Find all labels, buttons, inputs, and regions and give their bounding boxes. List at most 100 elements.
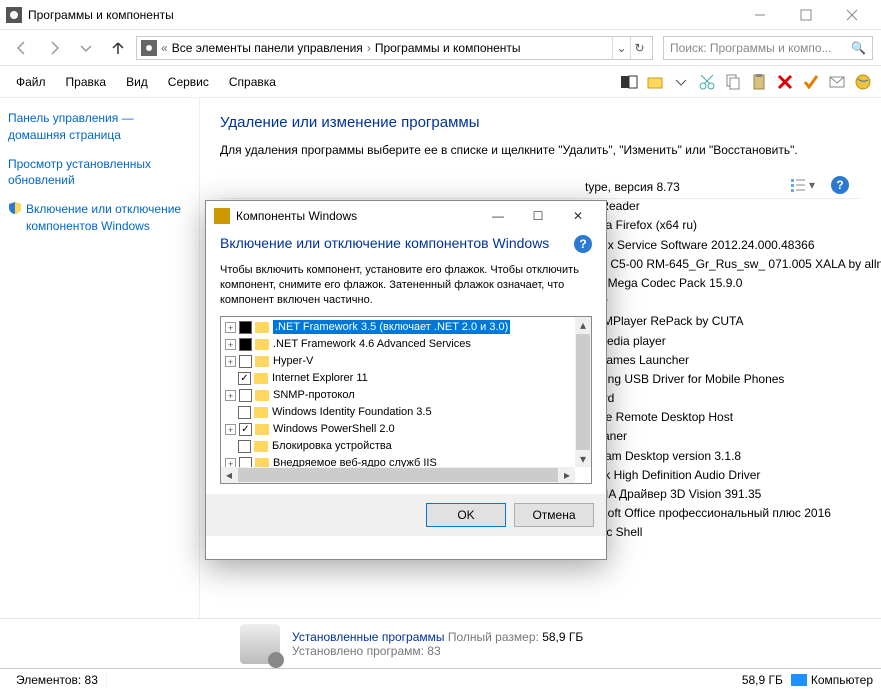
program-item[interactable]: crosoft Office профессиональный плюс 201… bbox=[581, 504, 881, 523]
recent-dropdown[interactable] bbox=[72, 34, 100, 62]
program-item[interactable]: msung USB Driver for Mobile Phones bbox=[581, 370, 881, 389]
feature-checkbox[interactable] bbox=[238, 440, 251, 453]
program-item[interactable]: scord bbox=[581, 389, 881, 408]
dialog-maximize-button[interactable]: ☐ bbox=[518, 201, 558, 231]
program-item[interactable]: xit Reader bbox=[581, 197, 881, 216]
tool-folder-icon[interactable] bbox=[645, 72, 665, 92]
folder-icon bbox=[255, 390, 269, 401]
program-item[interactable]: legram Desktop version 3.1.8 bbox=[581, 447, 881, 466]
feature-checkbox[interactable] bbox=[238, 372, 251, 385]
app-icon bbox=[6, 7, 22, 23]
ok-button[interactable]: OK bbox=[426, 503, 506, 527]
menu-view[interactable]: Вид bbox=[118, 71, 156, 93]
feature-item[interactable]: Windows Identity Foundation 3.5 bbox=[221, 404, 575, 421]
program-item[interactable]: Lite Mega Codec Pack 15.9.0 bbox=[581, 274, 881, 293]
tool-chevron-down-icon[interactable] bbox=[671, 72, 691, 92]
dialog-minimize-button[interactable]: — bbox=[478, 201, 518, 231]
menu-help[interactable]: Справка bbox=[221, 71, 284, 93]
maximize-button[interactable] bbox=[783, 0, 829, 30]
chevron-right-icon: › bbox=[367, 41, 371, 55]
hscroll-thumb[interactable] bbox=[238, 468, 558, 482]
scroll-right-icon[interactable]: ▸ bbox=[559, 467, 575, 483]
feature-item[interactable]: Блокировка устройства bbox=[221, 438, 575, 455]
tool-toggle-icon[interactable] bbox=[619, 72, 639, 92]
program-item[interactable]: e KMPlayer RePack by CUTA bbox=[581, 312, 881, 331]
menu-file[interactable]: Файл bbox=[8, 71, 54, 93]
address-dropdown[interactable]: ⌄ bbox=[612, 37, 630, 59]
program-item[interactable]: C media player bbox=[581, 332, 881, 351]
program-item[interactable]: oenix Service Software 2012.24.000.48366 bbox=[581, 236, 881, 255]
minimize-button[interactable] bbox=[737, 0, 783, 30]
program-item[interactable]: assic Shell bbox=[581, 523, 881, 542]
program-item[interactable]: ic Games Launcher bbox=[581, 351, 881, 370]
scroll-thumb[interactable] bbox=[576, 334, 590, 450]
tool-mail-icon[interactable] bbox=[827, 72, 847, 92]
program-item[interactable]: nmy bbox=[581, 293, 881, 312]
scroll-left-icon[interactable]: ◂ bbox=[221, 467, 237, 483]
menu-edit[interactable]: Правка bbox=[58, 71, 115, 93]
back-button[interactable] bbox=[8, 34, 36, 62]
feature-checkbox[interactable] bbox=[239, 423, 252, 436]
tool-delete-icon[interactable] bbox=[775, 72, 795, 92]
status-size: 58,9 ГБ bbox=[742, 673, 783, 687]
tree-vscrollbar[interactable]: ▴ ▾ bbox=[575, 317, 591, 467]
program-item[interactable]: rome Remote Desktop Host bbox=[581, 408, 881, 427]
tool-copy-icon[interactable] bbox=[723, 72, 743, 92]
feature-item[interactable]: +.NET Framework 3.5 (включает .NET 2.0 и… bbox=[221, 319, 575, 336]
program-item[interactable]: Cleaner bbox=[581, 427, 881, 446]
program-item[interactable]: okia C5-00 RM-645_Gr_Rus_sw_ 071.005 XAL… bbox=[581, 255, 881, 274]
program-item[interactable]: type, версия 8.73 bbox=[581, 178, 881, 197]
scroll-down-icon[interactable]: ▾ bbox=[575, 451, 591, 467]
feature-checkbox[interactable] bbox=[239, 321, 252, 334]
dialog-help-button[interactable]: ? bbox=[574, 235, 592, 253]
breadcrumb-current[interactable]: Программы и компоненты bbox=[375, 41, 521, 55]
feature-item[interactable]: + SNMP-протокол bbox=[221, 387, 575, 404]
expand-icon[interactable]: + bbox=[225, 424, 236, 435]
feature-label: SNMP-протокол bbox=[273, 389, 355, 401]
feature-checkbox[interactable] bbox=[238, 406, 251, 419]
features-tree[interactable]: +.NET Framework 3.5 (включает .NET 2.0 и… bbox=[220, 316, 592, 484]
breadcrumb-parent[interactable]: Все элементы панели управления bbox=[172, 41, 363, 55]
scroll-up-icon[interactable]: ▴ bbox=[575, 317, 591, 333]
close-button[interactable] bbox=[829, 0, 875, 30]
dialog-close-button[interactable]: ✕ bbox=[558, 201, 598, 231]
cancel-button[interactable]: Отмена bbox=[514, 503, 594, 527]
sidebar-link-features[interactable]: Включение или отключение компонентов Win… bbox=[26, 201, 191, 235]
expand-icon[interactable]: + bbox=[225, 356, 236, 367]
search-input[interactable]: Поиск: Программы и компо... 🔍 bbox=[663, 36, 873, 60]
sidebar-link-updates[interactable]: Просмотр установленных обновлений bbox=[8, 156, 191, 190]
dialog-footer: OK Отмена bbox=[206, 494, 606, 536]
feature-item[interactable]: + Windows PowerShell 2.0 bbox=[221, 421, 575, 438]
feature-item[interactable]: +Hyper-V bbox=[221, 353, 575, 370]
expand-icon[interactable]: + bbox=[225, 390, 236, 401]
address-bar[interactable]: « Все элементы панели управления › Прогр… bbox=[136, 36, 653, 60]
sidebar: Панель управления — домашняя страница Пр… bbox=[0, 98, 200, 618]
feature-checkbox[interactable] bbox=[239, 389, 252, 402]
feature-item[interactable]: Internet Explorer 11 bbox=[221, 370, 575, 387]
programs-list[interactable]: type, версия 8.73xit Readerozilla Firefo… bbox=[581, 178, 881, 543]
refresh-button[interactable]: ↻ bbox=[630, 37, 648, 59]
up-button[interactable] bbox=[104, 34, 132, 62]
tool-paste-icon[interactable] bbox=[749, 72, 769, 92]
feature-checkbox[interactable] bbox=[239, 338, 252, 351]
forward-button[interactable] bbox=[40, 34, 68, 62]
dialog-icon bbox=[214, 208, 230, 224]
folder-icon bbox=[255, 356, 269, 367]
feature-checkbox[interactable] bbox=[239, 355, 252, 368]
features-dialog: Компоненты Windows — ☐ ✕ Включение или о… bbox=[205, 200, 607, 560]
tool-cut-icon[interactable] bbox=[697, 72, 717, 92]
program-item[interactable]: ozilla Firefox (x64 ru) bbox=[581, 216, 881, 235]
expand-icon[interactable]: + bbox=[225, 322, 236, 333]
programs-icon bbox=[240, 624, 280, 664]
expand-icon[interactable]: + bbox=[225, 339, 236, 350]
tool-globe-icon[interactable] bbox=[853, 72, 873, 92]
details-title: Установленные программы bbox=[292, 630, 445, 644]
program-item[interactable]: altek High Definition Audio Driver bbox=[581, 466, 881, 485]
program-item[interactable]: VIDIA Драйвер 3D Vision 391.35 bbox=[581, 485, 881, 504]
feature-item[interactable]: +.NET Framework 4.6 Advanced Services bbox=[221, 336, 575, 353]
menu-service[interactable]: Сервис bbox=[160, 71, 217, 93]
feature-label: Windows PowerShell 2.0 bbox=[273, 423, 395, 435]
tree-hscrollbar[interactable]: ◂ ▸ bbox=[221, 467, 575, 483]
sidebar-link-home[interactable]: Панель управления — домашняя страница bbox=[8, 110, 191, 144]
tool-check-icon[interactable] bbox=[801, 72, 821, 92]
